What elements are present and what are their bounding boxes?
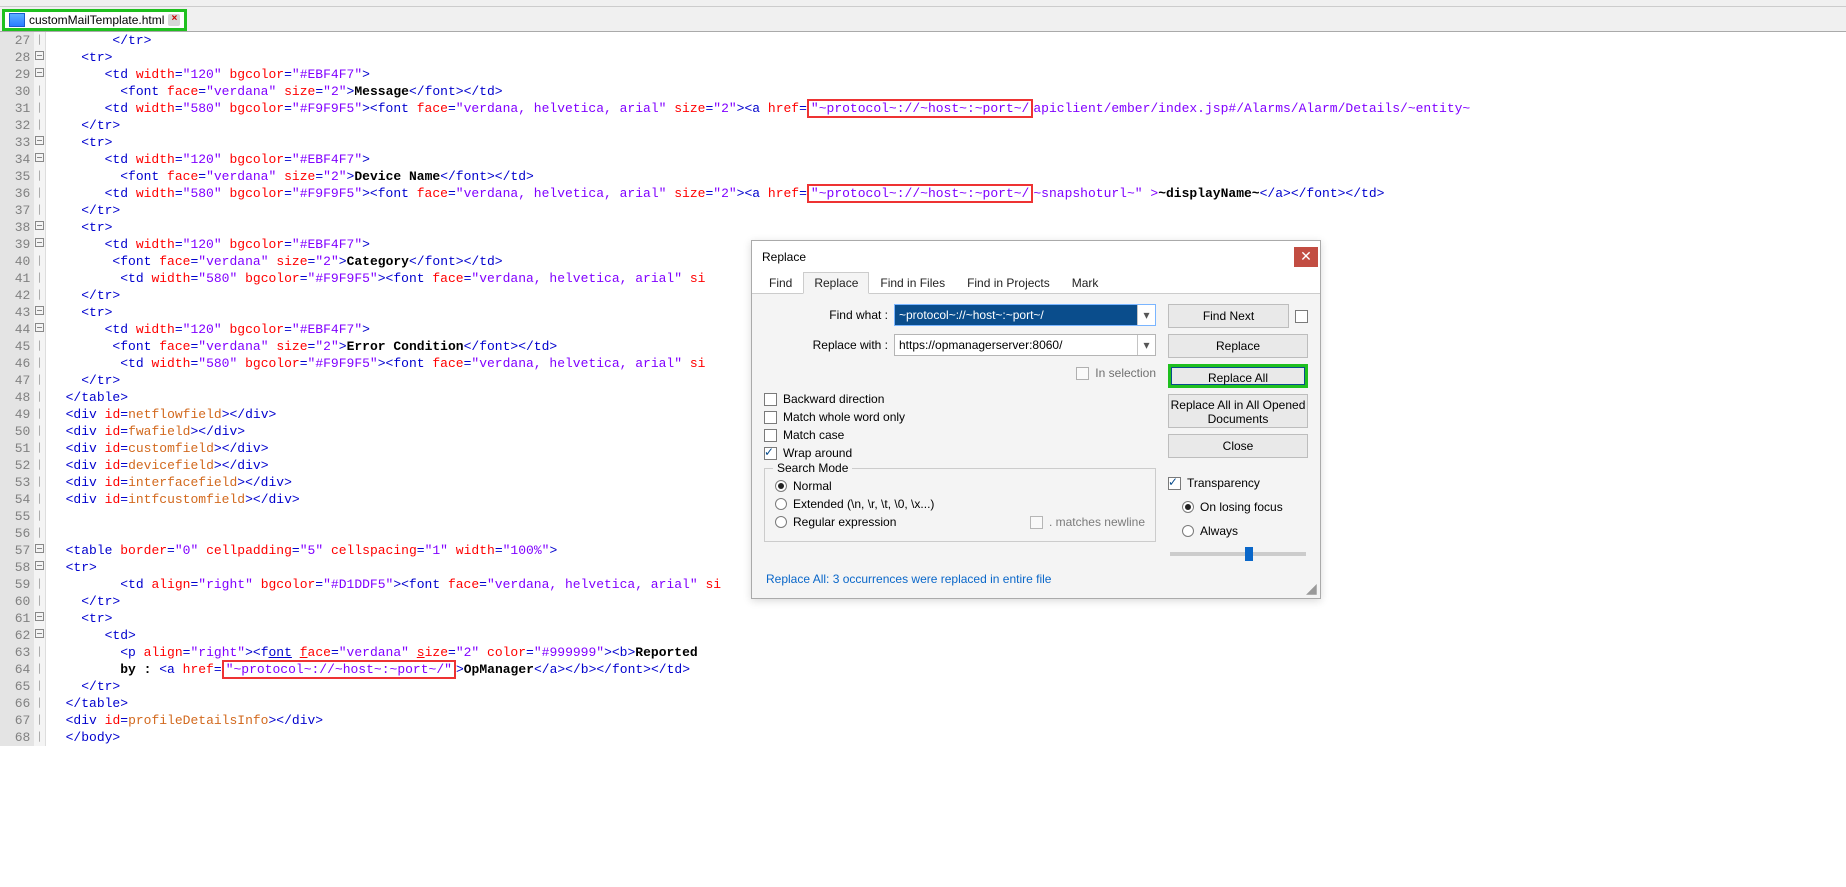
file-tab[interactable]: customMailTemplate.html × bbox=[2, 9, 187, 31]
highlighted-url-2: "~protocol~://~host~:~port~/ bbox=[807, 184, 1033, 203]
extended-mode-radio[interactable] bbox=[775, 498, 787, 510]
replace-with-input[interactable] bbox=[895, 335, 1137, 355]
replace-dialog: Replace ✕ Find Replace Find in Files Fin… bbox=[751, 240, 1321, 599]
regex-mode-radio[interactable] bbox=[775, 516, 787, 528]
find-what-combo[interactable]: ▾ bbox=[894, 304, 1156, 326]
tab-find-in-files[interactable]: Find in Files bbox=[869, 272, 956, 294]
dot-newline-checkbox bbox=[1030, 516, 1043, 529]
replace-all-button[interactable]: Replace All bbox=[1168, 364, 1308, 388]
replace-all-opened-button[interactable]: Replace All in All Opened Documents bbox=[1168, 394, 1308, 428]
always-radio[interactable] bbox=[1182, 525, 1194, 537]
find-what-input[interactable] bbox=[895, 305, 1137, 325]
normal-mode-radio[interactable] bbox=[775, 480, 787, 492]
close-button[interactable]: Close bbox=[1168, 434, 1308, 458]
chevron-down-icon[interactable]: ▾ bbox=[1137, 335, 1155, 355]
replace-button[interactable]: Replace bbox=[1168, 334, 1308, 358]
dialog-close-button[interactable]: ✕ bbox=[1294, 247, 1318, 267]
wrap-around-checkbox[interactable] bbox=[764, 447, 777, 460]
replace-with-label: Replace with : bbox=[813, 338, 888, 352]
resize-grip-icon[interactable]: ◢ bbox=[1306, 584, 1318, 596]
search-mode-group: Search Mode Normal Extended (\n, \r, \t,… bbox=[764, 468, 1156, 542]
chevron-down-icon[interactable]: ▾ bbox=[1137, 305, 1155, 325]
in-selection-checkbox bbox=[1076, 367, 1089, 380]
whole-word-checkbox[interactable] bbox=[764, 411, 777, 424]
find-what-label: Find what : bbox=[829, 308, 888, 322]
file-icon bbox=[9, 13, 25, 27]
toolbar-stub bbox=[0, 0, 1846, 7]
highlighted-url-3: "~protocol~://~host~:~port~/" bbox=[222, 660, 456, 679]
line-number-gutter: 2728293031323334353637383940414243444546… bbox=[0, 32, 34, 746]
tab-find[interactable]: Find bbox=[758, 272, 803, 294]
toggle-checkbox[interactable] bbox=[1295, 310, 1308, 323]
tab-bar: customMailTemplate.html × bbox=[0, 7, 1846, 32]
match-case-checkbox[interactable] bbox=[764, 429, 777, 442]
tab-find-in-projects[interactable]: Find in Projects bbox=[956, 272, 1061, 294]
dialog-tabs: Find Replace Find in Files Find in Proje… bbox=[752, 271, 1320, 294]
file-tab-label: customMailTemplate.html bbox=[29, 13, 164, 27]
highlighted-url-1: "~protocol~://~host~:~port~/ bbox=[807, 99, 1033, 118]
transparency-label: Transparency bbox=[1187, 476, 1260, 490]
tab-mark[interactable]: Mark bbox=[1061, 272, 1110, 294]
dialog-status: Replace All: 3 occurrences were replaced… bbox=[764, 566, 1308, 588]
on-losing-focus-radio[interactable] bbox=[1182, 501, 1194, 513]
find-next-button[interactable]: Find Next bbox=[1168, 304, 1289, 328]
fold-gutter: ││││││││││││││││││││││││││││││ bbox=[34, 32, 46, 746]
dialog-title: Replace bbox=[762, 250, 806, 264]
transparency-slider[interactable] bbox=[1170, 552, 1306, 556]
close-tab-icon[interactable]: × bbox=[168, 14, 180, 26]
tab-replace[interactable]: Replace bbox=[803, 272, 869, 294]
backward-checkbox[interactable] bbox=[764, 393, 777, 406]
transparency-checkbox[interactable] bbox=[1168, 477, 1181, 490]
replace-with-combo[interactable]: ▾ bbox=[894, 334, 1156, 356]
